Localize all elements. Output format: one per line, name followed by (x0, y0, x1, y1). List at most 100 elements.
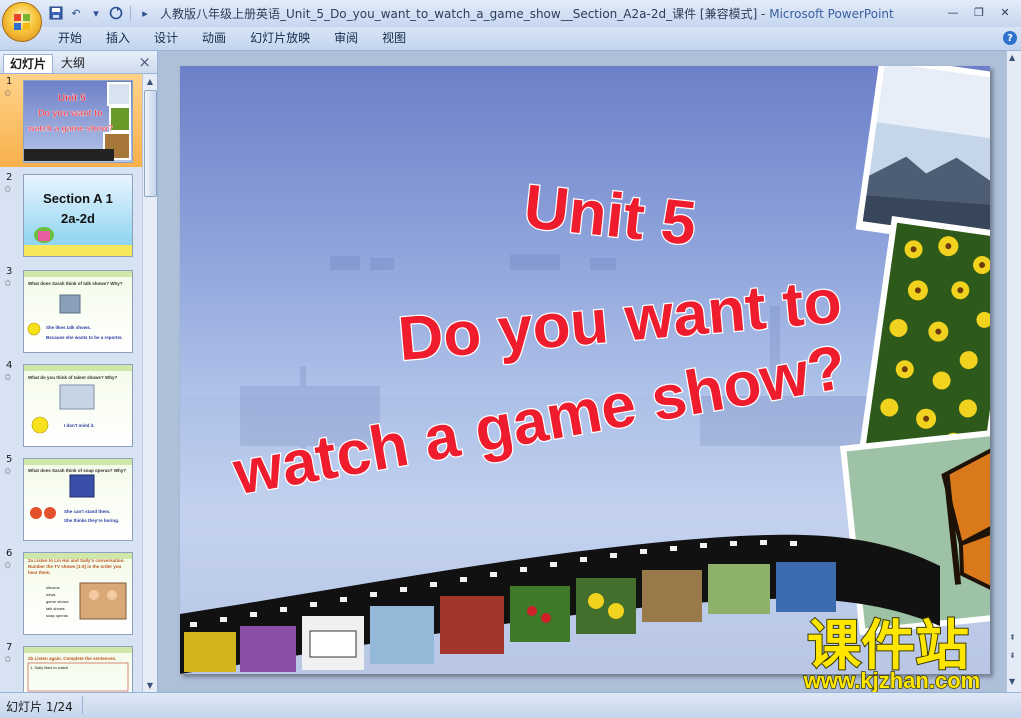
thumbnail-2-art: Section A 1 2a-2d (24, 191, 132, 256)
slide-thumbnail-7[interactable]: 7 ✩ 2b Listen again. Complete the senten… (0, 640, 142, 692)
thumb-6-line-6: soap operas (46, 613, 68, 618)
slide-thumbnail-1[interactable]: 1 ✩ Unit 5 Do you want to watch a game s… (0, 74, 142, 167)
thumbnail-3-art: What does Sarah think of talk shows? Why… (24, 271, 132, 340)
animation-star-icon: ✩ (4, 89, 12, 99)
scrollbar-thumb[interactable] (144, 90, 157, 197)
redo-icon[interactable] (108, 5, 124, 21)
status-divider (82, 696, 83, 714)
tab-design[interactable]: 设计 (142, 27, 190, 50)
help-icon[interactable]: ? (1003, 31, 1017, 45)
status-bar: 幻灯片 1/24 (0, 692, 1021, 718)
thumb-6-line-1: 2a Listen to Lin Hui and Sally's convers… (28, 558, 125, 575)
thumbnail-preview: What does Sarah think of soap operas? Wh… (23, 458, 133, 541)
thumbnail-5-art: What does Sarah think of soap operas? Wh… (24, 459, 132, 523)
minimize-icon[interactable]: — (941, 3, 965, 21)
thumb-4-line-1: What do you think of talent shows? Why? (28, 375, 117, 380)
scroll-up-icon[interactable]: ▲ (143, 74, 157, 88)
thumb-5-line-3: She thinks they're boring. (64, 518, 119, 523)
window-controls: — ❐ ✕ (941, 3, 1017, 21)
thumb-4-line-2: I don't mind it. (64, 423, 95, 428)
next-slide-icon[interactable]: ⇟ (1009, 651, 1016, 660)
pane-tabs: 幻灯片 大纲 × (0, 51, 157, 74)
slide-thumbnail-3[interactable]: 3 ✩ What does Sarah think of talk shows?… (0, 264, 142, 357)
slide-indicator: 幻灯片 1/24 (6, 700, 73, 714)
thumbnail-preview: 2a Listen to Lin Hui and Sally's convers… (23, 552, 133, 635)
thumbnail-scrollbar[interactable]: ▲ ▼ (142, 74, 157, 692)
tab-home[interactable]: 开始 (46, 27, 94, 50)
thumb-3-line-2: She likes talk shows. (46, 325, 91, 330)
slide-number: 5 (6, 454, 13, 465)
slide-thumbnail-2[interactable]: 2 ✩ Section A 1 2a-2d (0, 170, 142, 263)
thumb-6-line-5: talk shows (46, 606, 65, 611)
slide-artwork: Unit 5 Do you want to watch a game show? (180, 66, 990, 674)
tab-animations[interactable]: 动画 (190, 27, 238, 50)
thumb-3-line-1: What does Sarah think of talk shows? Why… (28, 281, 123, 286)
thumbnail-preview: What do you think of talent shows? Why? … (23, 364, 133, 447)
animation-star-icon: ✩ (4, 373, 12, 383)
qat-separator (130, 6, 131, 20)
slide-title-line-1: Unit 5 (521, 172, 700, 259)
tab-review[interactable]: 审阅 (322, 27, 370, 50)
thumb-6-line-3: news (46, 592, 55, 597)
thumb-7-line-2: 1. Sally likes to watch (30, 665, 68, 670)
ribbon-tab-bar: 开始 插入 设计 动画 幻灯片放映 审阅 视图 ? (0, 27, 1021, 51)
window-title: 人教版八年级上册英语_Unit_5_Do_you_want_to_watch_a… (160, 5, 894, 22)
thumb-1-line-2: Do you want to (38, 108, 103, 118)
customize-qat-icon[interactable]: ▸ (137, 5, 153, 21)
watermark-url: www.kjzhan.com (803, 668, 980, 693)
thumb-7-line-1: 2b Listen again. Complete the sentences. (28, 656, 116, 661)
thumbnail-1-art: Unit 5 Do you want to watch a game show? (24, 82, 131, 161)
save-icon[interactable] (48, 5, 64, 21)
close-icon[interactable]: ✕ (993, 3, 1017, 21)
title-bar: ↶ ▾ ▸ 人教版八年级上册英语_Unit_5_Do_you_want_to_w… (0, 0, 1021, 27)
office-button[interactable] (2, 2, 42, 42)
slide-thumbnail-6[interactable]: 6 ✩ 2a Listen to Lin Hui and Sally's con… (0, 546, 142, 639)
document-title: 人教版八年级上册英语_Unit_5_Do_you_want_to_watch_a… (160, 7, 770, 21)
tab-view[interactable]: 视图 (370, 27, 418, 50)
thumb-6-line-2: sitcoms (46, 585, 60, 590)
tab-slide-show[interactable]: 幻灯片放映 (238, 27, 322, 50)
slide-thumbnail-5[interactable]: 5 ✩ What does Sarah think of soap operas… (0, 452, 142, 545)
close-pane-icon[interactable]: × (138, 53, 151, 71)
animation-star-icon: ✩ (4, 561, 12, 571)
thumb-1-line-1: Unit 5 (58, 93, 86, 104)
slide-thumbnail-4[interactable]: 4 ✩ What do you think of talent shows? W… (0, 358, 142, 451)
slide-number: 7 (6, 642, 13, 653)
scroll-down-icon[interactable]: ▼ (143, 678, 157, 692)
thumb-1-line-3: watch a game show? (27, 123, 113, 133)
edit-area-scrollbar[interactable]: ▲ ⇞ ⇟ ▼ (1006, 51, 1021, 692)
tab-slides[interactable]: 幻灯片 (3, 54, 54, 73)
thumb-5-line-2: She can't stand them. (64, 509, 110, 514)
slide-number: 3 (6, 266, 13, 277)
tab-insert[interactable]: 插入 (94, 27, 142, 50)
slide-number: 6 (6, 548, 13, 559)
thumb-3-line-3: Because she wants to be a reporter. (46, 335, 123, 340)
app-name: Microsoft PowerPoint (769, 7, 894, 21)
undo-dropdown-icon[interactable]: ▾ (88, 5, 104, 21)
quick-access-toolbar: ↶ ▾ ▸ (48, 4, 153, 22)
thumb-5-line-1: What does Sarah think of soap operas? Wh… (28, 468, 126, 473)
restore-icon[interactable]: ❐ (967, 3, 991, 21)
scroll-up-icon[interactable]: ▲ (1009, 53, 1015, 62)
watermark-logo: 课件站 www.kjzhan.com (760, 612, 1010, 694)
slide-canvas[interactable]: Unit 5 Do you want to watch a game show? (180, 66, 990, 674)
slide-number: 2 (6, 172, 13, 183)
thumbnail-preview: What does Sarah think of talk shows? Why… (23, 270, 133, 353)
slide-number: 4 (6, 360, 13, 371)
previous-slide-icon[interactable]: ⇞ (1009, 633, 1016, 642)
thumb-2-line-2: 2a-2d (61, 211, 95, 226)
thumb-6-line-4: game shows (46, 599, 68, 604)
thumb-2-line-1: Section A 1 (43, 191, 113, 206)
thumbnail-preview: 2b Listen again. Complete the sentences.… (23, 646, 133, 692)
animation-star-icon: ✩ (4, 655, 12, 665)
tab-outline[interactable]: 大纲 (55, 54, 91, 72)
thumbnail-7-art: 2b Listen again. Complete the sentences.… (24, 647, 132, 692)
thumbnail-list: 1 ✩ Unit 5 Do you want to watch a game s… (0, 74, 142, 692)
slides-pane: 幻灯片 大纲 × 1 ✩ Unit 5 Do you want to watch… (0, 51, 158, 692)
ribbon-tabs: 开始 插入 设计 动画 幻灯片放映 审阅 视图 (46, 27, 418, 50)
thumbnail-preview: Unit 5 Do you want to watch a game show? (23, 80, 133, 163)
undo-icon[interactable]: ↶ (68, 5, 84, 21)
thumbnail-4-art: What do you think of talent shows? Why? … (24, 365, 132, 434)
office-logo-icon (14, 14, 30, 30)
flower-photo (859, 216, 990, 467)
